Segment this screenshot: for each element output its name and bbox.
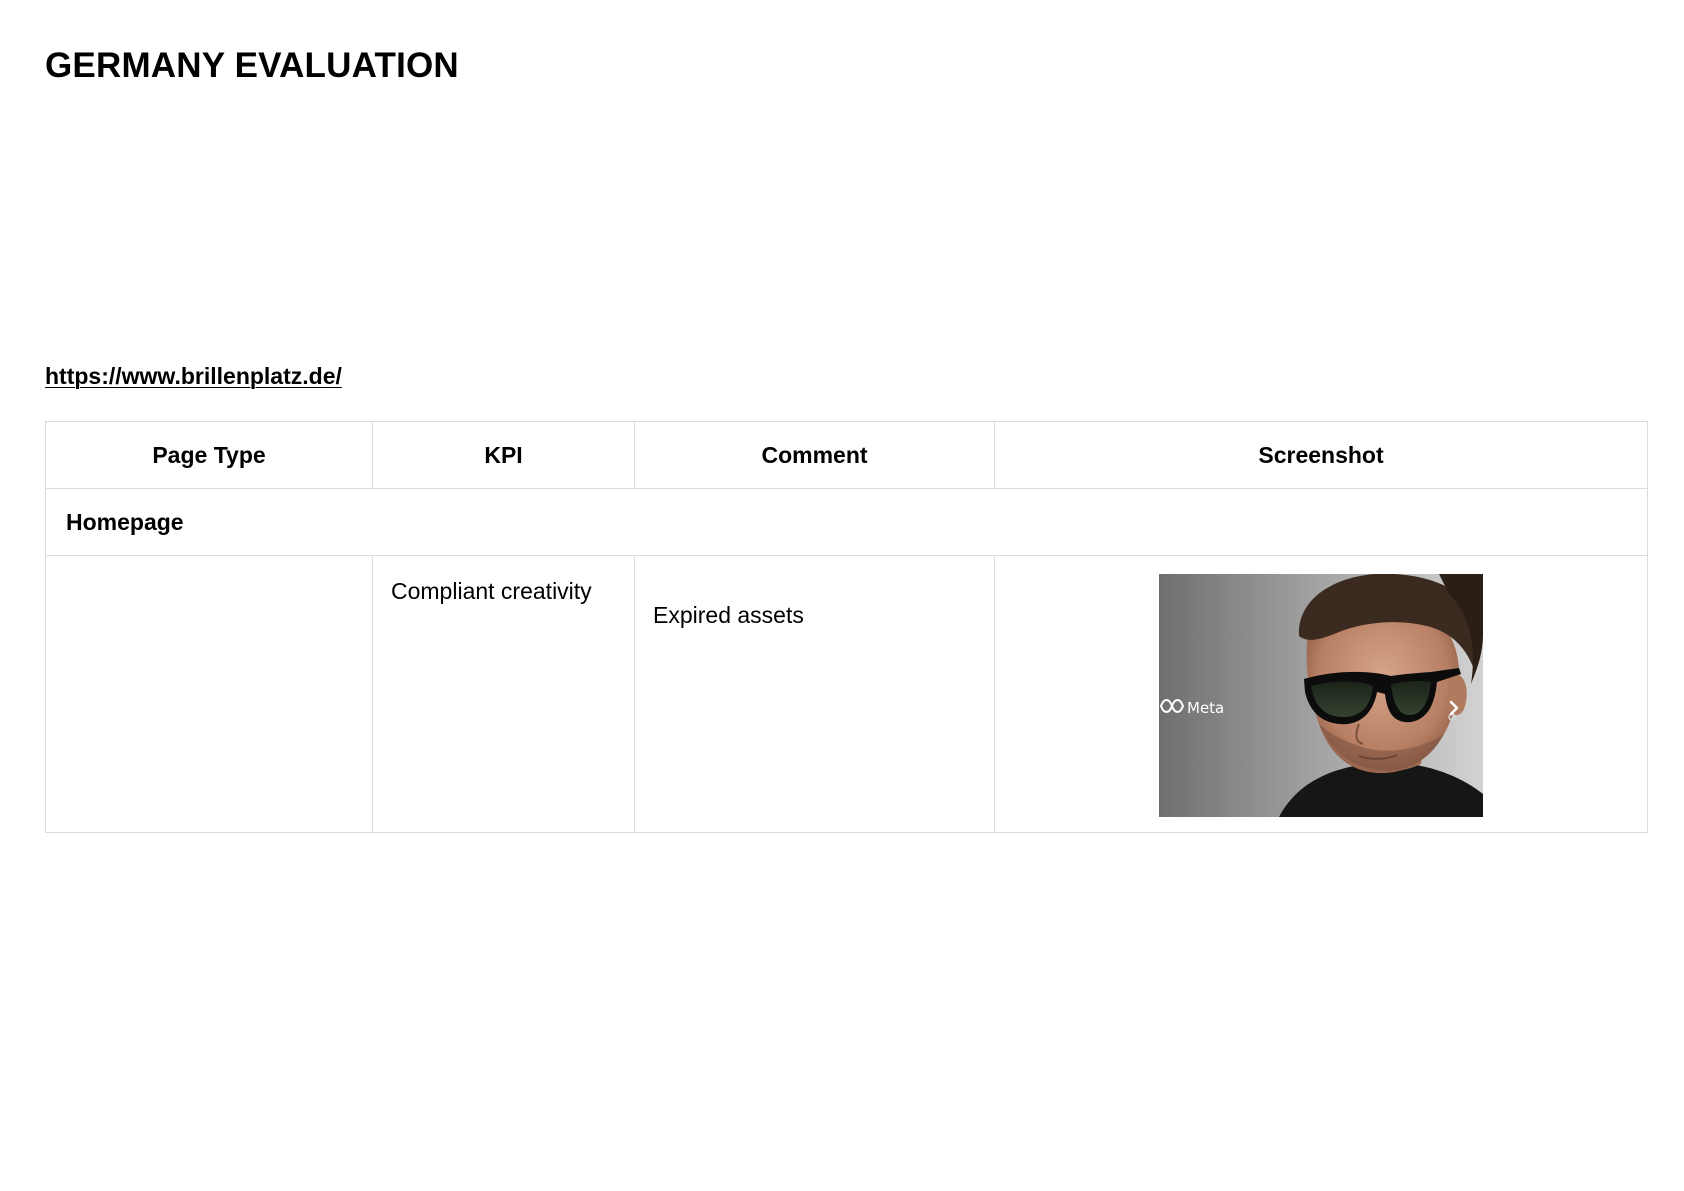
table-header-row: Page Type KPI Comment Screenshot (45, 421, 1648, 489)
table-row: Compliant creativity Expired assets Meta (45, 555, 1648, 833)
header-kpi: KPI (372, 421, 635, 489)
site-url-link[interactable]: https://www.brillenplatz.de/ (45, 363, 342, 390)
screenshot-image: Meta (1159, 574, 1483, 817)
header-screenshot: Screenshot (994, 421, 1648, 489)
section-title: Homepage (45, 488, 1648, 556)
header-page-type: Page Type (45, 421, 373, 489)
kpi-value: Compliant creativity (391, 578, 592, 604)
kpi-cell: Compliant creativity (372, 555, 635, 833)
screenshot-cell: Meta (994, 555, 1648, 833)
document-title: GERMANY EVALUATION (45, 46, 459, 85)
page-type-cell (45, 555, 373, 833)
meta-logo-text: Meta (1187, 699, 1224, 717)
comment-value: Expired assets (653, 602, 804, 628)
header-comment: Comment (634, 421, 995, 489)
evaluation-table: Page Type KPI Comment Screenshot Homepag… (45, 421, 1648, 833)
comment-cell: Expired assets (634, 555, 995, 833)
section-row: Homepage (45, 488, 1648, 556)
